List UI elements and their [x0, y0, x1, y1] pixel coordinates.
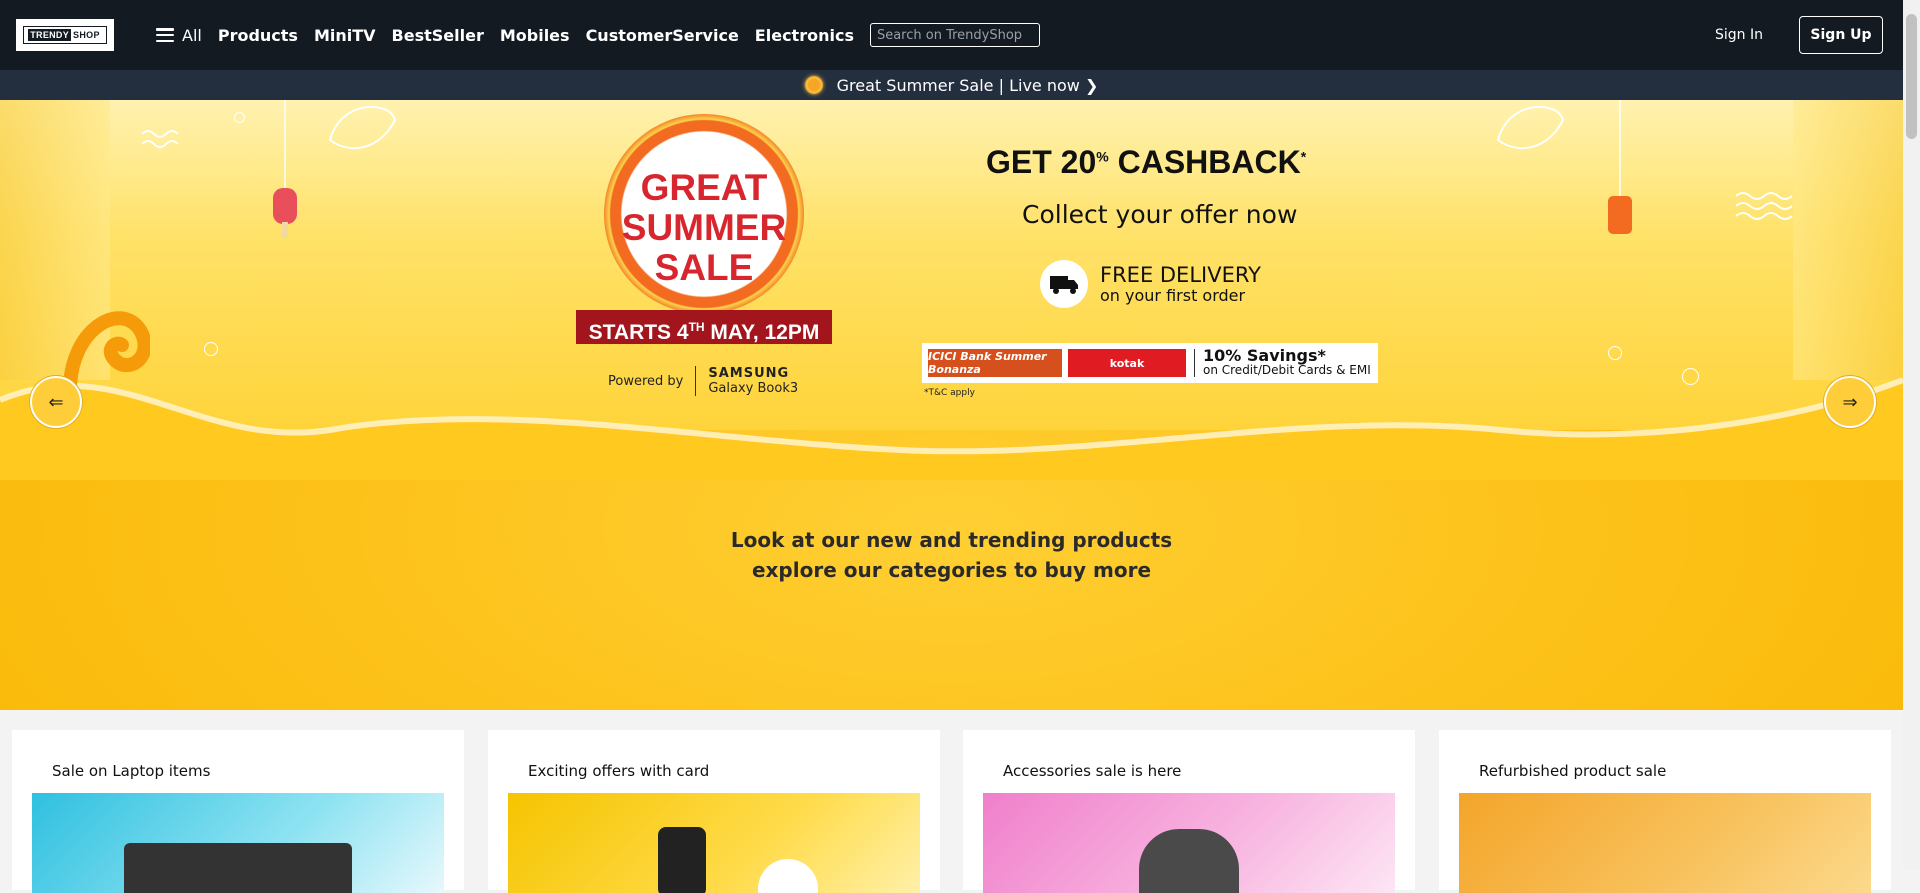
- start-date-prefix: STARTS 4: [588, 321, 689, 344]
- icici-bank-logo: ICICI Bank Summer Bonanza: [928, 349, 1062, 377]
- cashback-headline: GET 20% CASHBACK*: [986, 144, 1306, 181]
- logo-text-shop: SHOP: [73, 30, 100, 40]
- category-card-laptop[interactable]: Sale on Laptop items: [12, 730, 464, 893]
- sponsor-brand: SAMSUNG Galaxy Book3: [695, 366, 798, 396]
- great-summer-sale-badge: GREAT SUMMER SALE STARTS 4TH MAY, 12PM P…: [548, 114, 860, 404]
- backpack-shape: [1139, 829, 1239, 893]
- hero-banner: GREAT SUMMER SALE STARTS 4TH MAY, 12PM P…: [0, 100, 1903, 710]
- cashback-percent: %: [1096, 148, 1109, 165]
- cashback-asterisk: *: [1300, 148, 1307, 165]
- site-logo[interactable]: TRENDY SHOP: [16, 19, 114, 51]
- popsicle-icon: [273, 100, 297, 238]
- refurbished-image: [1459, 793, 1871, 893]
- cashback-suffix: CASHBACK: [1108, 144, 1301, 180]
- savings-title: 10% Savings*: [1203, 346, 1326, 365]
- kotak-bank-logo: kotak: [1068, 349, 1186, 377]
- start-date-sup: TH: [688, 320, 705, 334]
- deco-circle: [234, 112, 245, 123]
- category-card-card-offers[interactable]: Exciting offers with card: [488, 730, 940, 893]
- badge-line3: SALE: [654, 247, 754, 288]
- laptop-image: [32, 793, 444, 893]
- truck-icon: [1040, 260, 1088, 308]
- free-delivery-block: FREE DELIVERY on your first order: [1040, 260, 1261, 308]
- carousel-prev-button[interactable]: ⇐: [30, 376, 82, 428]
- hero-tagline: Look at our new and trending products ex…: [0, 525, 1903, 585]
- deco-circle: [1608, 346, 1622, 360]
- all-menu-button[interactable]: All: [156, 26, 202, 45]
- nav-link-bestseller[interactable]: BestSeller: [392, 26, 484, 45]
- collect-offer-text: Collect your offer now: [1022, 200, 1298, 229]
- powered-by: Powered by SAMSUNG Galaxy Book3: [608, 366, 798, 396]
- backpack-image: [983, 793, 1395, 893]
- carousel-next-button[interactable]: ⇒: [1824, 376, 1876, 428]
- badge-title: GREAT SUMMER SALE: [604, 168, 804, 288]
- arrow-left-icon: ⇐: [48, 391, 64, 413]
- powered-by-label: Powered by: [608, 373, 684, 389]
- leaf-icon: [1496, 106, 1565, 150]
- sign-in-link[interactable]: Sign In: [1715, 27, 1763, 43]
- phone-shape: [658, 827, 706, 893]
- savings-subtitle: on Credit/Debit Cards & EMI: [1203, 363, 1371, 377]
- leaf-icon: [328, 106, 397, 150]
- cashback-prefix: GET 20: [986, 144, 1097, 180]
- waves-icon: [141, 130, 179, 148]
- announcement-text: Great Summer Sale | Live now ❯: [836, 75, 1099, 95]
- hero-tagline-line1: Look at our new and trending products: [730, 528, 1173, 552]
- search-input[interactable]: [869, 23, 1040, 47]
- announcement-bar[interactable]: Great Summer Sale | Live now ❯: [0, 70, 1903, 100]
- sponsor-product-name: Galaxy Book3: [708, 381, 799, 396]
- all-menu-label: All: [182, 25, 202, 45]
- scrollbar-thumb[interactable]: [1906, 14, 1917, 139]
- card-title: Exciting offers with card: [528, 762, 710, 780]
- free-delivery-title: FREE DELIVERY: [1100, 263, 1261, 287]
- badge-line1: GREAT: [640, 167, 768, 208]
- nav-link-mobiles[interactable]: Mobiles: [500, 26, 570, 45]
- badge-line2: SUMMER: [621, 207, 787, 248]
- deco-circle: [204, 342, 218, 356]
- logo-text-trendy: TRENDY: [28, 29, 72, 41]
- category-card-refurbished[interactable]: Refurbished product sale: [1439, 730, 1891, 893]
- bank-offers-strip: ICICI Bank Summer Bonanza kotak 10% Savi…: [922, 343, 1378, 383]
- terms-note: *T&C apply: [924, 388, 975, 398]
- hamburger-icon: [156, 28, 174, 42]
- start-date-suffix: MAY, 12PM: [704, 321, 820, 344]
- page-scrollbar[interactable]: [1903, 0, 1920, 870]
- hero-tagline-line2: explore our categories to buy more: [751, 558, 1152, 582]
- free-delivery-subtitle: on your first order: [1100, 286, 1246, 305]
- phone-image: [508, 793, 920, 893]
- deco-circle: [1682, 368, 1699, 385]
- sun-icon: [804, 76, 823, 94]
- nav-link-customerservice[interactable]: CustomerService: [586, 26, 739, 45]
- category-card-accessories[interactable]: Accessories sale is here: [963, 730, 1415, 893]
- savings-info: 10% Savings* on Credit/Debit Cards & EMI: [1194, 346, 1371, 377]
- sign-up-button[interactable]: Sign Up: [1799, 16, 1883, 54]
- drink-icon: [1608, 100, 1632, 234]
- earbud-shape: [758, 859, 818, 893]
- nav-link-electronics[interactable]: Electronics: [755, 26, 854, 45]
- top-navbar: TRENDY SHOP All Products MiniTV BestSell…: [0, 0, 1903, 70]
- sponsor-brand-name: SAMSUNG: [708, 366, 790, 381]
- card-title: Sale on Laptop items: [52, 762, 211, 780]
- start-date-ribbon: STARTS 4TH MAY, 12PM: [576, 310, 832, 344]
- nav-link-products[interactable]: Products: [218, 26, 298, 45]
- logo-mark: TRENDY SHOP: [23, 26, 107, 44]
- laptop-shape: [124, 843, 352, 893]
- waves-icon: [1735, 192, 1793, 220]
- card-title: Accessories sale is here: [1003, 762, 1182, 780]
- arrow-right-icon: ⇒: [1842, 391, 1858, 413]
- nav-link-minitv[interactable]: MiniTV: [314, 26, 376, 45]
- curtain-right: [1793, 100, 1903, 380]
- card-title: Refurbished product sale: [1479, 762, 1667, 780]
